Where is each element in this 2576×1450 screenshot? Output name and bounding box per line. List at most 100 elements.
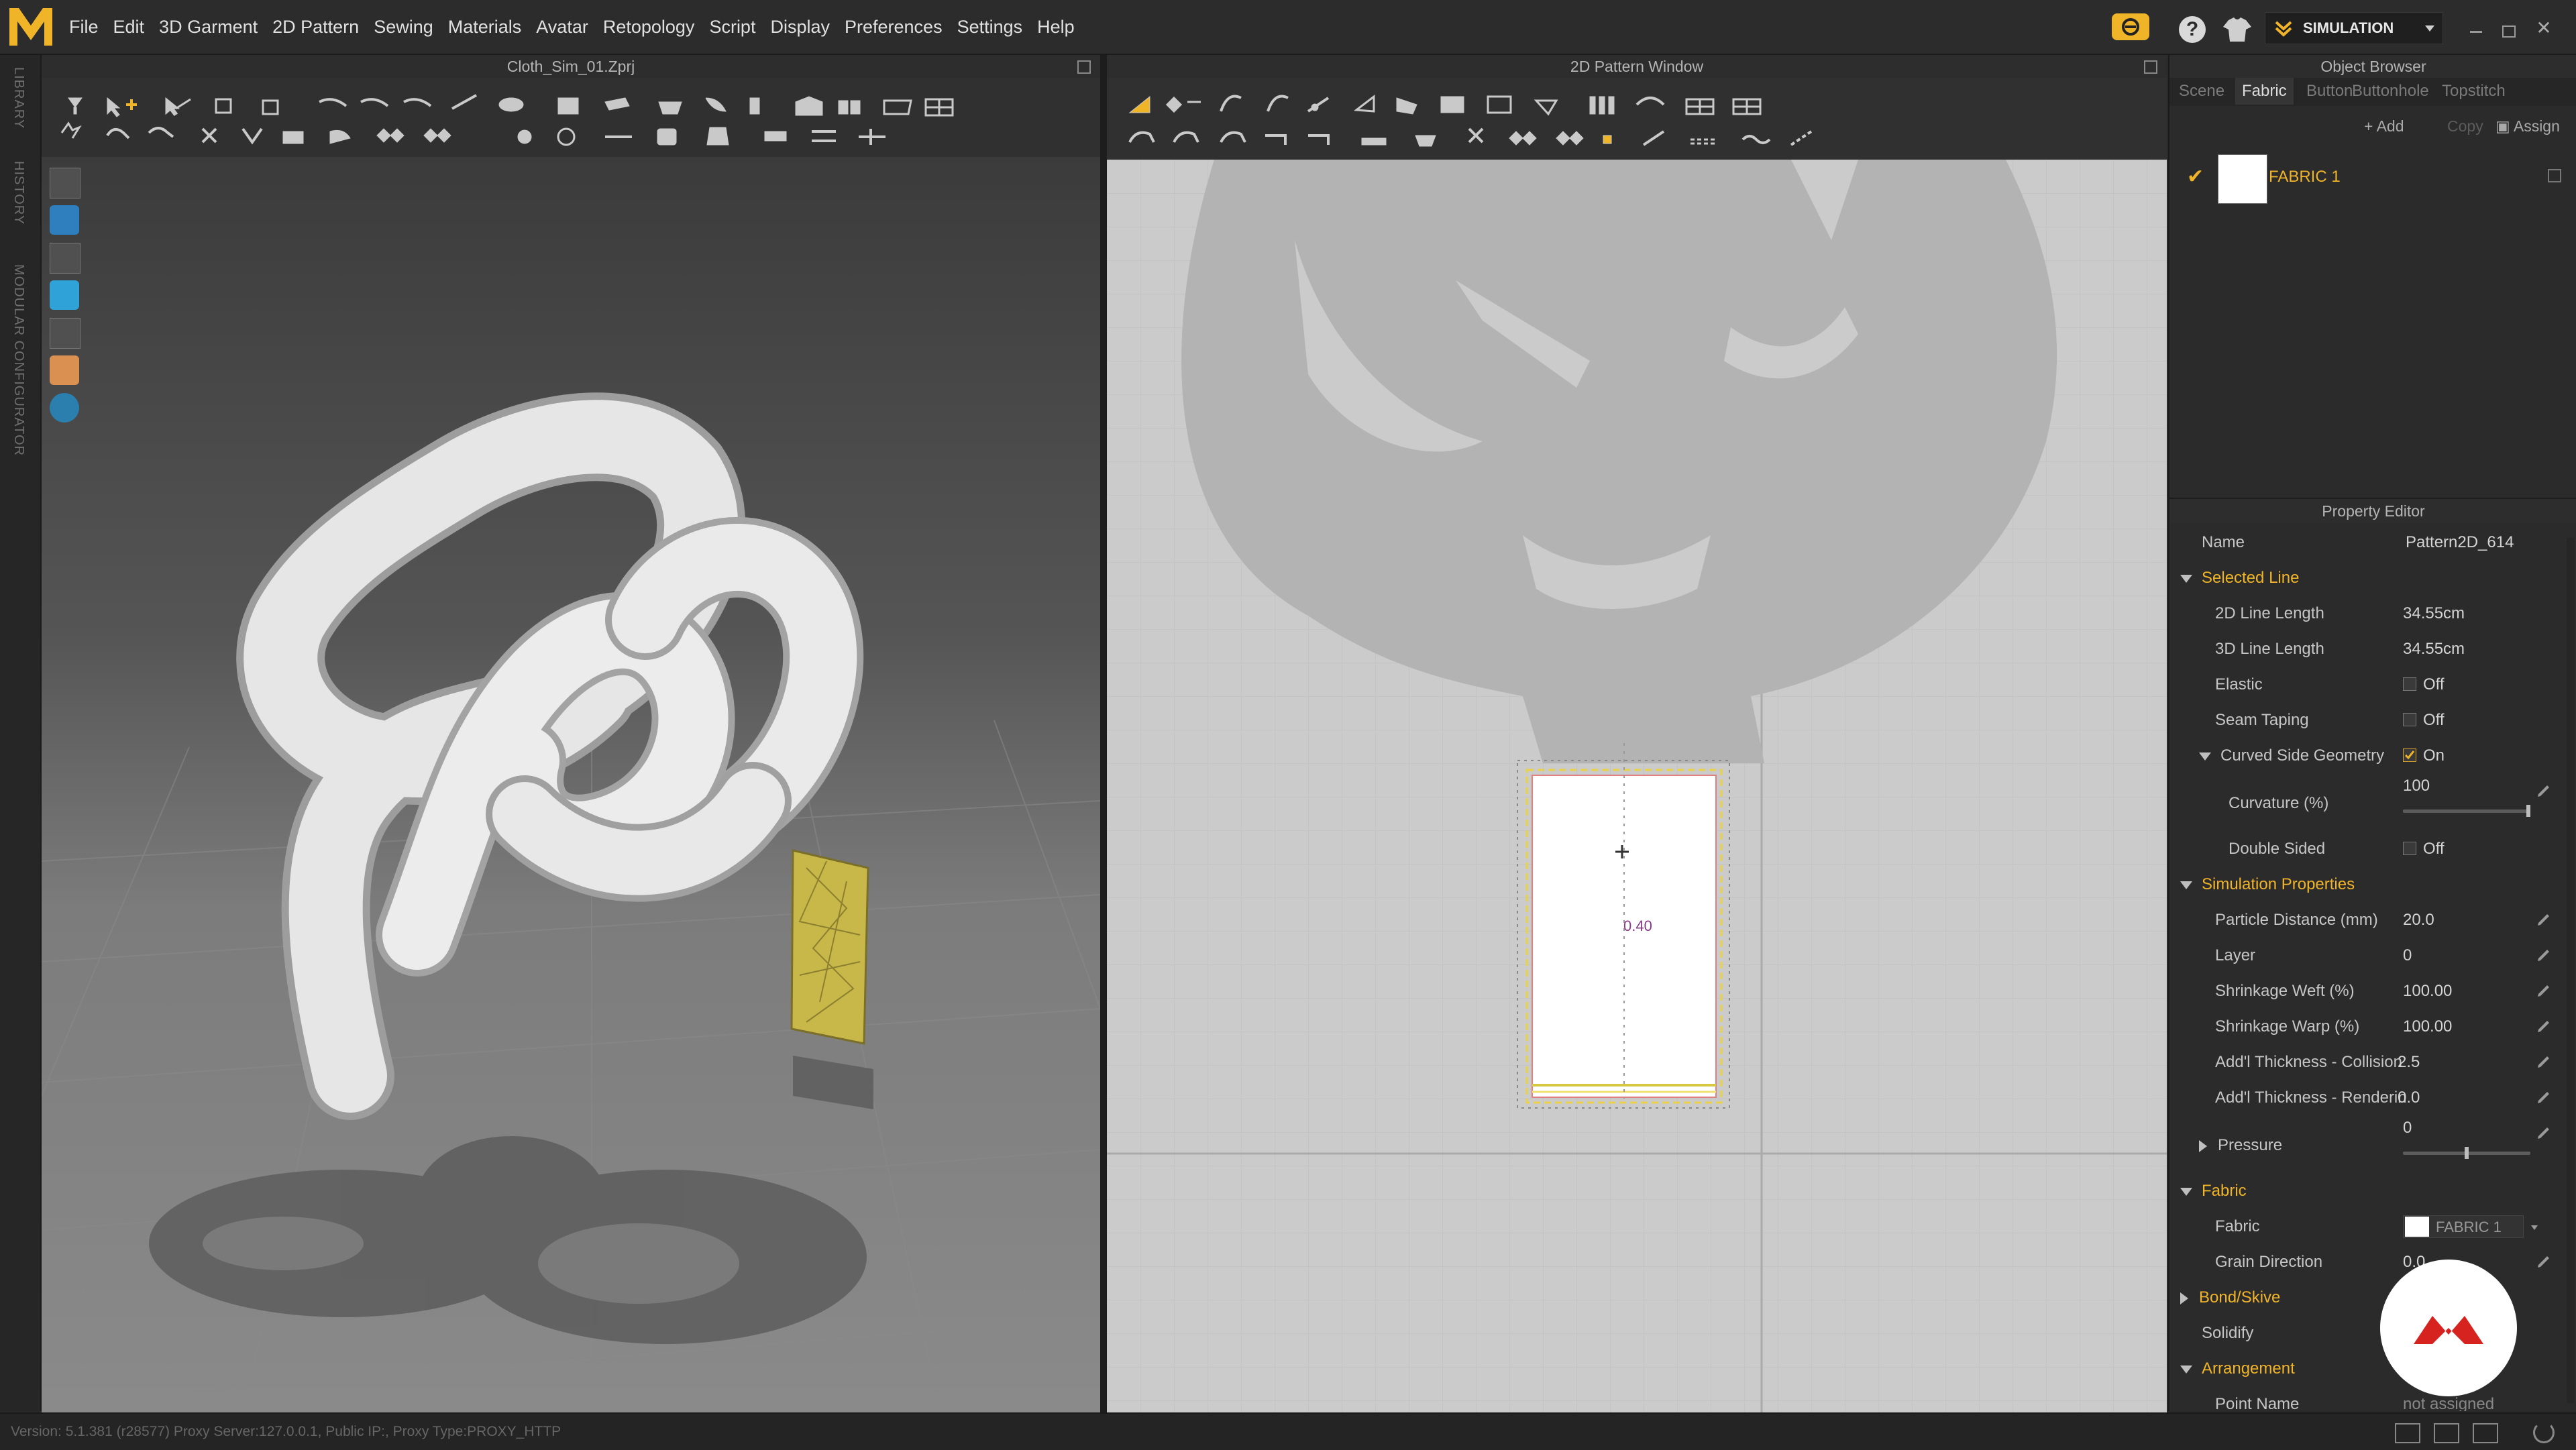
menu-display[interactable]: Display [763, 0, 837, 54]
menu-help[interactable]: Help [1030, 0, 1082, 54]
object-browser-tabs: Scene Fabric Button Buttonhole Topstitch [2169, 78, 2576, 106]
edit-icon[interactable] [2536, 911, 2552, 928]
curvature-slider-knob[interactable] [2526, 805, 2530, 817]
menu-settings[interactable]: Settings [950, 0, 1030, 54]
prop-pressure[interactable]: Pressure 0 [2169, 1115, 2576, 1173]
tab-topstitch[interactable]: Topstitch [2442, 78, 2506, 105]
layout-2d-icon[interactable] [2473, 1423, 2498, 1443]
shading-icon[interactable] [50, 318, 80, 349]
seam-taping-checkbox[interactable]: Off [2403, 702, 2445, 738]
menu-script[interactable]: Script [702, 0, 763, 54]
prop-thickness-rendering: Add'l Thickness - Renderin 0.0 [2169, 1080, 2576, 1115]
tab-buttonhole[interactable]: Buttonhole [2352, 78, 2429, 105]
viewport2d-toolbar [1107, 78, 2167, 160]
prop-layer-value[interactable]: 0 [2403, 938, 2412, 973]
refresh-icon[interactable] [2533, 1422, 2555, 1443]
property-editor-header: Property Editor [2169, 498, 2576, 523]
tab-history[interactable]: HISTORY [11, 161, 26, 225]
prop-name-value[interactable]: Pattern2D_614 [2406, 524, 2514, 560]
prop-shrinkage-warp-value[interactable]: 100.00 [2403, 1009, 2452, 1044]
menu-file[interactable]: File [62, 0, 106, 54]
prop-shrinkage-warp: Shrinkage Warp (%) 100.00 [2169, 1009, 2576, 1044]
close-button[interactable]: ✕ [2534, 19, 2553, 38]
tab-button[interactable]: Button [2306, 78, 2353, 105]
menu-retopology[interactable]: Retopology [596, 0, 702, 54]
elastic-checkbox[interactable]: Off [2403, 667, 2445, 702]
prop-shrinkage-weft-value[interactable]: 100.00 [2403, 973, 2452, 1009]
menu-preferences[interactable]: Preferences [837, 0, 950, 54]
viewport-2d[interactable]: 0.40 [1107, 160, 2167, 1412]
expand-icon[interactable] [2144, 60, 2157, 74]
edit-icon[interactable] [2536, 1018, 2552, 1034]
panel-splitter[interactable] [1100, 55, 1107, 1412]
garment-icon[interactable] [2222, 15, 2253, 44]
toolbar-2d-icons[interactable] [1107, 78, 2167, 160]
layout-single-icon[interactable] [2395, 1423, 2420, 1443]
copy-button[interactable]: Copy [2447, 113, 2483, 140]
texture-display-icon[interactable] [50, 280, 79, 310]
fabric-piece-3d[interactable] [790, 849, 869, 1045]
fabric-select[interactable]: FABRIC 1 [2403, 1215, 2538, 1238]
scene-3d [42, 392, 1100, 1412]
menu-materials[interactable]: Materials [441, 0, 529, 54]
viewport-3d[interactable] [42, 157, 1100, 1412]
prop-layer-label: Layer [2215, 946, 2256, 964]
tab-fabric[interactable]: Fabric [2235, 78, 2294, 105]
edit-icon[interactable] [2536, 983, 2552, 999]
edit-icon[interactable] [2536, 1054, 2552, 1070]
prop-fabric-label: Fabric [2215, 1217, 2260, 1235]
prop-name-row: Name Pattern2D_614 [2169, 524, 2576, 560]
tab-modular-configurator[interactable]: MODULAR CONFIGURATOR [11, 264, 26, 456]
avatar-silhouette-icon[interactable] [50, 243, 80, 274]
prop-thickness-collision-label: Add'l Thickness - Collision [2215, 1053, 2402, 1071]
add-button[interactable]: + Add [2364, 113, 2404, 140]
tab-library[interactable]: LIBRARY [11, 67, 26, 129]
prop-solidify-label: Solidify [2202, 1324, 2254, 1342]
environment-icon[interactable] [50, 393, 79, 423]
edit-icon[interactable] [2536, 1125, 2552, 1141]
toolbar-3d-icons[interactable] [42, 78, 1100, 157]
menu-2d-pattern[interactable]: 2D Pattern [265, 0, 366, 54]
edit-icon[interactable] [2536, 947, 2552, 963]
avatar-display-icon[interactable] [50, 168, 80, 199]
prop-particle-distance-value[interactable]: 20.0 [2403, 902, 2434, 938]
expand-icon[interactable] [1077, 60, 1091, 74]
chevron-down-icon [2531, 1225, 2538, 1230]
restore-button[interactable] [2502, 25, 2516, 38]
prop-pressure-value[interactable]: 0 [2403, 1110, 2412, 1146]
prop-curvature-value[interactable]: 100 [2403, 768, 2430, 803]
edit-icon[interactable] [2536, 1253, 2552, 1270]
avatar-skin-icon[interactable] [50, 355, 79, 385]
double-sided-checkbox[interactable]: Off [2403, 831, 2445, 867]
section-fabric[interactable]: Fabric [2169, 1173, 2576, 1209]
menu-edit[interactable]: Edit [106, 0, 152, 54]
pressure-slider[interactable] [2403, 1147, 2530, 1159]
assign-button[interactable]: ▣ Assign [2496, 113, 2560, 140]
edit-icon[interactable] [2536, 783, 2552, 799]
edit-icon[interactable] [2536, 1089, 2552, 1105]
fabric-list-item[interactable]: ✔ FABRIC 1 [2169, 149, 2576, 209]
garment-display-icon[interactable] [50, 205, 79, 235]
menu-sewing[interactable]: Sewing [366, 0, 441, 54]
tab-scene[interactable]: Scene [2179, 78, 2224, 105]
prop-thickness-collision-value[interactable]: 2.5 [2398, 1044, 2420, 1080]
prop-3d-line-length-label: 3D Line Length [2215, 640, 2324, 658]
pressure-slider-knob[interactable] [2465, 1147, 2469, 1159]
section-arrangement-label: Arrangement [2202, 1359, 2295, 1378]
section-simulation-label: Simulation Properties [2202, 875, 2355, 893]
section-simulation-properties[interactable]: Simulation Properties [2169, 867, 2576, 902]
connect-icon[interactable] [2112, 13, 2149, 40]
prop-curved-side-geometry[interactable]: Curved Side Geometry On [2169, 738, 2576, 773]
property-scrollbar[interactable] [2567, 538, 2575, 1403]
curvature-slider[interactable] [2403, 805, 2530, 817]
fabric-options-icon[interactable] [2548, 169, 2561, 182]
prop-point-name-label: Point Name [2215, 1395, 2300, 1411]
menu-avatar[interactable]: Avatar [529, 0, 596, 54]
layout-3d-icon[interactable] [2434, 1423, 2459, 1443]
help-icon[interactable]: ? [2179, 16, 2206, 43]
menu-3d-garment[interactable]: 3D Garment [152, 0, 265, 54]
section-selected-line[interactable]: Selected Line [2169, 560, 2576, 596]
status-text: Version: 5.1.381 (r28577) Proxy Server:1… [11, 1424, 561, 1439]
simulation-mode-dropdown[interactable]: SIMULATION [2265, 12, 2443, 44]
minimize-button[interactable] [2470, 31, 2482, 33]
